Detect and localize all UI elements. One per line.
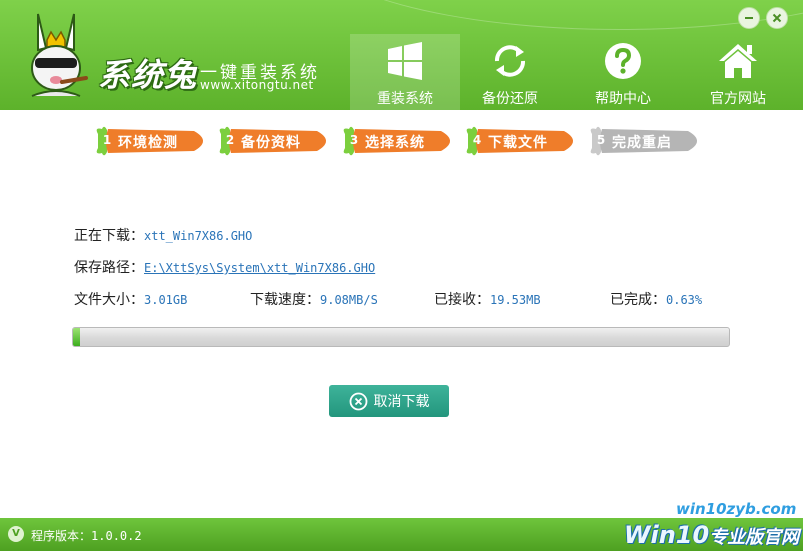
- received-size-value: 19.53MB: [490, 293, 541, 307]
- save-path-link[interactable]: E:\XttSys\System\xtt_Win7X86.GHO: [144, 261, 375, 275]
- site-url: www.xitongtu.net: [200, 78, 314, 92]
- title-bar: 系统兔 一键重装系统 www.xitongtu.net 重装系统 备份还原 帮助…: [0, 0, 803, 110]
- nav-reinstall-system[interactable]: 重装系统: [350, 34, 460, 110]
- step-finish-restart: 5 完成重启: [588, 124, 708, 158]
- minimize-icon: [745, 17, 753, 19]
- step-environment-check: 1 环境检测: [94, 124, 214, 158]
- completed-percent: 已完成：0.63%: [610, 292, 703, 308]
- file-size: 文件大小：3.01GB: [74, 292, 188, 308]
- nav-label: 备份还原: [482, 91, 538, 107]
- refresh-icon: [495, 45, 525, 77]
- close-button[interactable]: [766, 7, 788, 29]
- nav-backup-restore[interactable]: 备份还原: [455, 34, 565, 110]
- download-speed-value: 9.08MB/S: [320, 293, 378, 307]
- file-size-value: 3.01GB: [144, 293, 188, 307]
- cancel-circle-icon: [349, 392, 367, 410]
- step-download-files: 4 下载文件: [464, 124, 584, 158]
- nav-official-site[interactable]: 官方网站: [683, 34, 793, 110]
- nav-label: 重装系统: [377, 91, 433, 107]
- download-progress-bar: [72, 327, 730, 347]
- nav-help-center[interactable]: 帮助中心: [568, 34, 678, 110]
- rabbit-logo-icon: [31, 13, 88, 97]
- file-name-value: xtt_Win7X86.GHO: [144, 229, 253, 243]
- minimize-button[interactable]: [738, 7, 760, 29]
- close-icon: [772, 13, 782, 23]
- download-speed: 下载速度：9.08MB/S: [250, 292, 378, 308]
- program-version: 程序版本：1.0.0.2: [31, 529, 142, 543]
- nav-label: 官方网站: [710, 91, 766, 107]
- completed-percent-value: 0.63%: [666, 293, 703, 307]
- progress-fill: [73, 328, 80, 346]
- nav-label: 帮助中心: [595, 91, 651, 107]
- watermark-logo: Win10专业版官网: [624, 521, 800, 549]
- save-path: 保存路径：E:\XttSys\System\xtt_Win7X86.GHO: [74, 260, 376, 276]
- step-select-system: 3 选择系统: [341, 124, 461, 158]
- step-backup-data: 2 备份资料: [217, 124, 337, 158]
- version-icon: V: [8, 526, 24, 542]
- windows-icon: [388, 42, 422, 80]
- downloading-file: 正在下载：xtt_Win7X86.GHO: [74, 228, 253, 244]
- brand-name: 系统兔: [98, 56, 198, 94]
- watermark-url: win10zyb.com: [676, 500, 797, 518]
- cancel-download-label: 取消下载: [373, 394, 430, 410]
- home-icon: [719, 44, 757, 78]
- received-size: 已接收：19.53MB: [434, 292, 541, 308]
- help-icon: [605, 43, 641, 79]
- cancel-download-button[interactable]: 取消下载: [329, 385, 449, 417]
